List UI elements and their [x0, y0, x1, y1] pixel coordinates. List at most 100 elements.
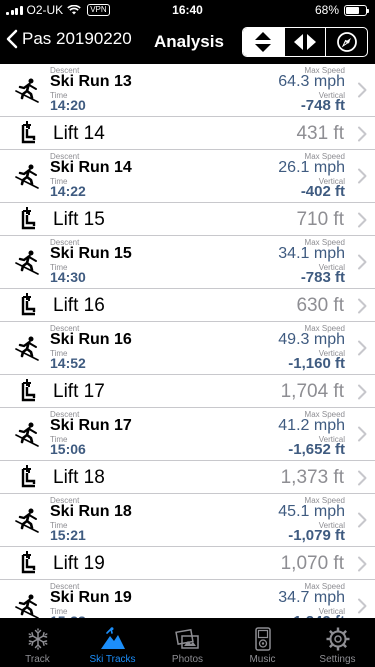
vertical-value: -1,160 ft [288, 355, 345, 372]
run-time: 15:06 [50, 441, 86, 457]
lift-name: Lift 19 [53, 553, 105, 574]
lift-altitude: 710 ft [296, 209, 344, 230]
skier-icon [15, 164, 39, 189]
run-row[interactable]: Descent Ski Run 13 Time 14:20 Max Speed 64.3 … [0, 64, 375, 117]
max-speed-value: 45.1 mph [278, 503, 345, 520]
chevron-right-icon [358, 168, 367, 184]
vertical-value: -1,079 ft [288, 527, 345, 544]
view-segmented-control [242, 27, 368, 57]
back-label: Pas 20190220 [22, 29, 132, 48]
run-time: 14:22 [50, 183, 86, 199]
max-speed-value: 34.1 mph [278, 245, 345, 262]
run-row[interactable]: Descent Ski Run 17 Time 15:06 Max Speed 41.2 … [0, 408, 375, 461]
tab-ski-tracks[interactable]: Ski Tracks [75, 618, 150, 667]
lift-altitude: 1,373 ft [280, 467, 344, 488]
chairlift-icon [21, 465, 36, 488]
run-name: Ski Run 14 [50, 159, 132, 176]
run-list[interactable]: Descent Ski Run 13 Time 14:20 Max Speed 64.3 … [0, 64, 375, 618]
max-speed-value: 34.7 mph [278, 589, 345, 606]
lift-row[interactable]: Lift 18 1,373 ft [0, 461, 375, 494]
tab-label: Photos [171, 654, 204, 665]
chevron-right-icon [358, 384, 367, 400]
chevron-right-icon [358, 82, 367, 98]
tab-label: Track [25, 654, 50, 665]
lift-altitude: 1,704 ft [280, 381, 344, 402]
lift-row[interactable]: Lift 14 431 ft [0, 117, 375, 150]
vertical-value: -402 ft [300, 183, 345, 200]
chevron-right-icon [358, 598, 367, 614]
run-row[interactable]: Descent Ski Run 18 Time 15:21 Max Speed 45.1 … [0, 494, 375, 547]
run-name: Ski Run 19 [50, 589, 132, 606]
chevron-left-icon [6, 29, 18, 49]
lift-row[interactable]: Lift 16 630 ft [0, 289, 375, 322]
status-bar: O2-UK VPN 16:40 68% [0, 0, 375, 20]
tab-photos[interactable]: Photos [150, 618, 225, 667]
chevron-right-icon [358, 212, 367, 228]
run-row[interactable]: Descent Ski Run 15 Time 14:30 Max Speed 34.1 … [0, 236, 375, 289]
snowflake-icon [28, 628, 47, 650]
lift-altitude: 630 ft [296, 295, 344, 316]
chevron-right-icon [358, 470, 367, 486]
run-time: 14:30 [50, 269, 86, 285]
chairlift-icon [21, 551, 36, 574]
chevron-right-icon [358, 340, 367, 356]
skier-icon [15, 336, 39, 361]
photos-icon [174, 628, 199, 649]
chevron-right-icon [358, 556, 367, 572]
max-speed-value: 41.2 mph [278, 417, 345, 434]
max-speed-value: 64.3 mph [278, 73, 345, 90]
nav-bar: Pas 20190220 Analysis [0, 20, 375, 64]
lift-name: Lift 16 [53, 295, 105, 316]
run-name: Ski Run 15 [50, 245, 132, 262]
compass-icon [336, 32, 357, 52]
sort-vertical-button[interactable] [243, 28, 284, 56]
lift-row[interactable]: Lift 17 1,704 ft [0, 375, 375, 408]
lift-altitude: 431 ft [296, 123, 344, 144]
tab-label: Settings [319, 654, 356, 665]
lift-name: Lift 15 [53, 209, 105, 230]
chairlift-icon [21, 207, 36, 230]
chevron-right-icon [358, 512, 367, 528]
mountain-icon [100, 627, 125, 649]
lift-altitude: 1,070 ft [280, 553, 344, 574]
compass-button[interactable] [325, 28, 367, 56]
tab-bar: Track Ski Tracks Photos Music Settings [0, 618, 375, 667]
chevron-right-icon [358, 426, 367, 442]
run-time: 14:20 [50, 97, 86, 113]
run-time: 15:21 [50, 527, 86, 543]
chairlift-icon [21, 121, 36, 144]
tab-label: Music [249, 654, 276, 665]
lift-row[interactable]: Lift 15 710 ft [0, 203, 375, 236]
lift-name: Lift 14 [53, 123, 105, 144]
max-speed-value: 26.1 mph [278, 159, 345, 176]
vertical-value: -783 ft [300, 269, 345, 286]
chevron-right-icon [358, 126, 367, 142]
battery-icon [344, 5, 369, 16]
run-name: Ski Run 18 [50, 503, 132, 520]
battery-percent: 68% [314, 3, 339, 17]
run-row[interactable]: Descent Ski Run 16 Time 14:52 Max Speed 49.3 … [0, 322, 375, 375]
lift-name: Lift 18 [53, 467, 105, 488]
chairlift-icon [21, 293, 36, 316]
sort-horizontal-button[interactable] [283, 28, 326, 56]
page-title: Analysis [154, 32, 224, 51]
tab-settings[interactable]: Settings [300, 618, 375, 667]
left-right-arrows-icon [294, 34, 316, 50]
skier-icon [15, 594, 39, 618]
run-name: Ski Run 17 [50, 417, 132, 434]
back-button[interactable]: Pas 20190220 [6, 29, 132, 49]
up-down-arrows-icon [255, 32, 272, 52]
run-name: Ski Run 13 [50, 73, 132, 90]
tab-track[interactable]: Track [0, 618, 75, 667]
skier-icon [15, 422, 39, 447]
run-row[interactable]: Descent Ski Run 14 Time 14:22 Max Speed 26.1 … [0, 150, 375, 203]
vertical-value: -1,652 ft [288, 441, 345, 458]
max-speed-value: 49.3 mph [278, 331, 345, 348]
tab-music[interactable]: Music [225, 618, 300, 667]
lift-name: Lift 17 [53, 381, 105, 402]
run-row[interactable]: DescentSki Run 19Time15:38Max Speed34.7 … [0, 580, 375, 618]
lift-row[interactable]: Lift 19 1,070 ft [0, 547, 375, 580]
chevron-right-icon [358, 298, 367, 314]
vertical-value: -748 ft [300, 97, 345, 114]
run-time: 14:52 [50, 355, 86, 371]
